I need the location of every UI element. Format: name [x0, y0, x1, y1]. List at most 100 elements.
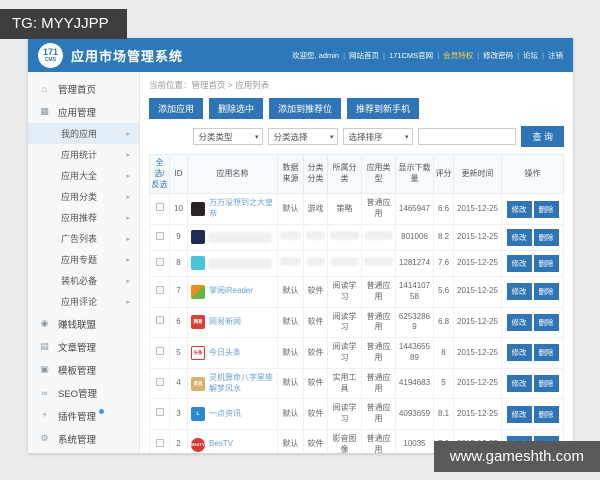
- row-checkbox[interactable]: [155, 231, 164, 240]
- sidebar-item-apps[interactable]: ▦ 应用管理: [28, 100, 139, 123]
- delete-button[interactable]: 删除: [533, 344, 559, 362]
- row-checkbox[interactable]: [155, 316, 164, 325]
- sidebar-subitem-label: 应用推荐: [61, 213, 98, 223]
- cell-checkbox: [149, 249, 170, 277]
- header-link-cms-site[interactable]: 171CMS官网: [389, 50, 433, 61]
- row-checkbox[interactable]: [155, 377, 164, 386]
- header-link-vip[interactable]: 会员特权: [443, 50, 473, 61]
- dropdown-sort-order[interactable]: 选择排序 ▾: [343, 128, 414, 145]
- delete-selected-button[interactable]: 删除选中: [209, 98, 264, 119]
- edit-button[interactable]: 修改: [506, 344, 532, 362]
- row-checkbox[interactable]: [155, 347, 164, 356]
- header-link-change-password[interactable]: 修改密码: [483, 50, 513, 61]
- edit-button[interactable]: 修改: [506, 228, 532, 246]
- row-checkbox[interactable]: [155, 257, 164, 266]
- app-name-link[interactable]: 万万没想到之大皇帝: [209, 198, 276, 220]
- redacted-value: [365, 258, 392, 266]
- sidebar-subitem-label: 装机必备: [61, 276, 98, 286]
- app-name-link[interactable]: 灵机算命八字星座解梦风水: [209, 373, 276, 395]
- column-header-select-all[interactable]: 全选/反选: [149, 153, 170, 195]
- cell-checkbox: [149, 367, 170, 400]
- sidebar-subitem-app-category[interactable]: 应用分类 ▸: [28, 186, 139, 207]
- add-app-button[interactable]: 添加应用: [149, 98, 204, 119]
- apps-grid-icon: ▦: [40, 106, 49, 116]
- header-link-logout[interactable]: 注销: [548, 50, 563, 61]
- sidebar-subitem-app-all[interactable]: 应用大全 ▸: [28, 165, 139, 186]
- header-link-site-home[interactable]: 网站首页: [349, 50, 379, 61]
- table-body: 10 万万没想到之大皇帝 默认 游戏 策略 普通应用 1465947 6.6 2015-12-2…: [149, 193, 564, 453]
- sidebar-subitem-app-stats[interactable]: 应用统计 ▸: [28, 144, 139, 165]
- cell-updated: 2015-12-25: [453, 223, 502, 251]
- sidebar-item-home[interactable]: ⌂ 管理首页: [28, 77, 139, 100]
- app-name-link[interactable]: 今日头条: [209, 348, 241, 359]
- folder-icon: ▣: [40, 364, 49, 374]
- table-row: 3 1. 一点资讯 默认 软件 阅读学习 普通应用 4093659 8.1 2015-12-25 修…: [149, 398, 564, 430]
- app-name-link[interactable]: 网易新闻: [209, 317, 241, 328]
- header-link-forum[interactable]: 论坛: [523, 50, 538, 61]
- sidebar-item-money-union[interactable]: ◉ 赚钱联盟: [28, 312, 139, 335]
- row-checkbox[interactable]: [155, 285, 164, 294]
- edit-button[interactable]: 修改: [506, 313, 532, 331]
- sidebar-item-plugin[interactable]: ⚡ 插件管理: [28, 404, 139, 427]
- sidebar-subitem-app-recommend[interactable]: 应用推荐 ▸: [28, 207, 139, 228]
- redacted-value: [365, 232, 392, 240]
- sidebar-item-seo[interactable]: ∞ SEO管理: [28, 381, 139, 404]
- redacted-value: [280, 232, 301, 240]
- row-checkbox[interactable]: [155, 408, 164, 417]
- cell-actions: 修改删除: [501, 193, 564, 225]
- edit-button[interactable]: 修改: [506, 200, 532, 218]
- delete-button[interactable]: 删除: [533, 375, 559, 393]
- delete-button[interactable]: 删除: [533, 200, 559, 218]
- cell-updated: 2015-12-25: [453, 337, 502, 369]
- cell-checkbox: [149, 398, 170, 430]
- app-list-table: 全选/反选 ID 应用名称 数据来源 分类分类 所属分类 应用类型 显示下载量 评分 更新时间 操作…: [149, 153, 564, 453]
- row-checkbox[interactable]: [155, 438, 164, 447]
- sidebar-subitem-ad-list[interactable]: 广告列表 ▸: [28, 228, 139, 249]
- dropdown-category-select[interactable]: 分类选择 ▾: [268, 128, 339, 145]
- cell-source: 默认: [277, 193, 304, 225]
- sidebar-item-template[interactable]: ▣ 模板管理: [28, 358, 139, 381]
- add-to-recommend-button[interactable]: 添加到推荐位: [269, 98, 342, 119]
- cell-downloads: 4194683: [395, 367, 434, 400]
- link-separator: |: [542, 50, 544, 60]
- sidebar-subitem-app-topic[interactable]: 应用专题 ▸: [28, 249, 139, 270]
- delete-button[interactable]: 删除: [533, 254, 559, 272]
- app-name-link[interactable]: BesTV: [209, 439, 233, 450]
- delete-button[interactable]: 删除: [533, 283, 559, 301]
- column-header-actions: 操作: [501, 153, 564, 195]
- edit-button[interactable]: 修改: [506, 405, 532, 423]
- sidebar-item-system[interactable]: ⚙ 系统管理: [28, 427, 139, 450]
- app-window: 171 CMS 应用市场管理系统 欢迎您, admin | 网站首页 | 171CMS官…: [28, 38, 573, 453]
- logo-text-cms: CMS: [44, 56, 57, 63]
- sidebar-subitem-my-apps[interactable]: 我的应用 ▸: [28, 123, 139, 144]
- cell-id: 6: [169, 306, 188, 339]
- cell-category: 影音图像: [327, 428, 362, 453]
- app-name-link[interactable]: 掌阅iReader: [209, 286, 253, 297]
- recommend-new-phone-button[interactable]: 推荐到新手机: [347, 98, 420, 119]
- header-link-welcome[interactable]: 欢迎您, admin: [292, 50, 339, 61]
- row-checkbox[interactable]: [155, 203, 164, 212]
- table-row: 9 801006 8.2 2015-12-25 修改 删除: [149, 223, 564, 251]
- cell-downloads: 4093659: [395, 398, 434, 430]
- dropdown-category-type[interactable]: 分类类型 ▾: [193, 128, 264, 145]
- delete-button[interactable]: 删除: [533, 405, 559, 423]
- query-button[interactable]: 查 询: [521, 126, 564, 147]
- search-input[interactable]: [418, 128, 517, 145]
- column-header-rating: 评分: [433, 153, 454, 195]
- sidebar-item-label: 赚钱联盟: [58, 319, 97, 331]
- edit-button[interactable]: 修改: [506, 254, 532, 272]
- cell-checkbox: [149, 193, 170, 225]
- chevron-right-icon: ▸: [126, 235, 130, 243]
- cell-rating: 8.1: [433, 398, 454, 430]
- delete-button[interactable]: 删除: [533, 313, 559, 331]
- sidebar-subitem-must-install[interactable]: 装机必备 ▸: [28, 270, 139, 291]
- app-name-link[interactable]: 一点资讯: [209, 409, 241, 420]
- table-row: 4 灵机 灵机算命八字星座解梦风水 默认 软件 实用工具 普通应用 4194683 5 2015-…: [149, 367, 564, 400]
- delete-button[interactable]: 删除: [533, 228, 559, 246]
- edit-button[interactable]: 修改: [506, 283, 532, 301]
- cell-downloads: 801006: [395, 223, 434, 251]
- edit-button[interactable]: 修改: [506, 375, 532, 393]
- sidebar-item-article[interactable]: ▤ 文章管理: [28, 335, 139, 358]
- sidebar-subitem-app-comments[interactable]: 应用评论 ▸: [28, 291, 139, 312]
- cell-updated: 2015-12-25: [453, 193, 502, 225]
